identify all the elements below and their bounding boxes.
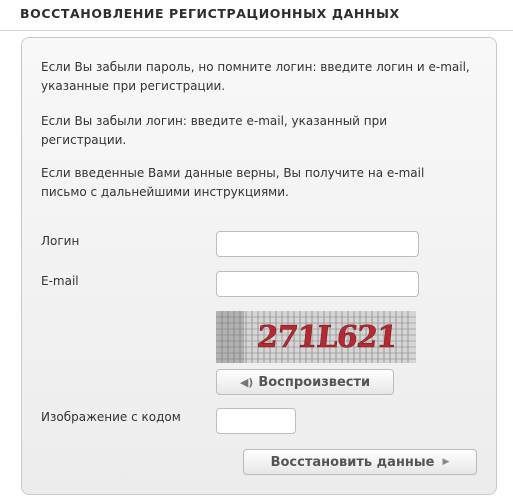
- captcha-image: 271L621: [216, 311, 416, 363]
- login-label: Логин: [41, 234, 80, 248]
- instruction-forgot-password: Если Вы забыли пароль, но помните логин:…: [41, 60, 470, 93]
- email-label: E-mail: [41, 274, 79, 288]
- title-divider: [0, 30, 513, 31]
- captcha-code-label: Изображение с кодом: [41, 410, 181, 424]
- restore-data-label: Восстановить данные: [270, 454, 435, 470]
- instruction-forgot-login: Если Вы забыли логин: введите e-mail, ук…: [41, 114, 388, 147]
- login-input[interactable]: [216, 231, 419, 257]
- arrow-right-icon: ▶: [442, 457, 450, 467]
- page-title: ВОССТАНОВЛЕНИЕ РЕГИСТРАЦИОННЫХ ДАННЫХ: [20, 6, 400, 21]
- speaker-icon: ◀): [239, 375, 254, 389]
- email-input[interactable]: [216, 271, 419, 297]
- captcha-code-input[interactable]: [216, 408, 296, 434]
- play-captcha-label: Воспроизвести: [258, 374, 371, 390]
- captcha-text: 271L621: [255, 320, 398, 355]
- instruction-result: Если введенные Вами данные верны, Вы пол…: [41, 166, 425, 199]
- play-captcha-button[interactable]: ◀) Воспроизвести: [216, 369, 394, 395]
- restore-data-button[interactable]: Восстановить данные ▶: [243, 449, 477, 475]
